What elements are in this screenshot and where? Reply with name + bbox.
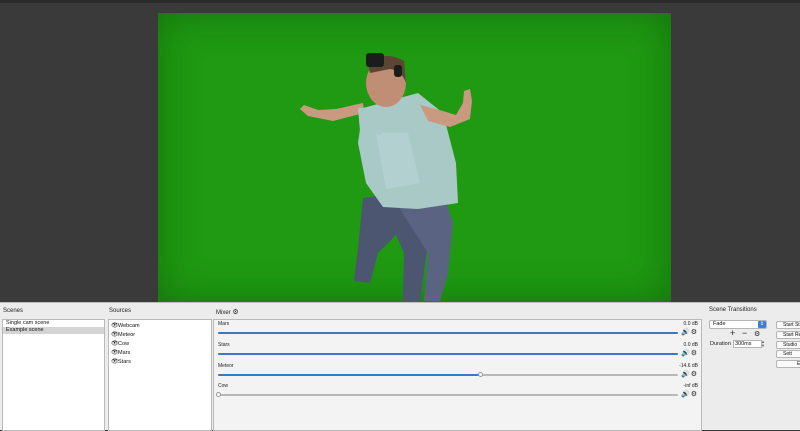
channel-name: Meteor bbox=[218, 363, 234, 369]
settings-button[interactable]: Sett bbox=[776, 350, 800, 358]
volume-slider[interactable] bbox=[218, 332, 678, 334]
mixer-channel: Meteor -14.6 dB 🔊⚙ bbox=[216, 363, 698, 383]
channel-name: Stars bbox=[218, 342, 230, 348]
channel-db: -14.6 dB bbox=[679, 363, 698, 369]
volume-slider[interactable] bbox=[218, 353, 678, 355]
slider-knob[interactable] bbox=[216, 392, 221, 397]
speaker-icon[interactable]: 🔊 bbox=[681, 391, 691, 398]
mixer-channel: Stars 0.0 dB 🔊⚙ bbox=[216, 342, 698, 362]
speaker-icon[interactable]: 🔊 bbox=[681, 329, 691, 336]
source-item[interactable]: 👁Meteor bbox=[109, 331, 211, 340]
source-label: Webcam bbox=[118, 323, 140, 329]
preview-area bbox=[0, 0, 800, 302]
eye-icon[interactable]: 👁 bbox=[111, 340, 119, 349]
channel-db: -inf dB bbox=[683, 383, 698, 389]
start-streaming-button[interactable]: Start St bbox=[776, 321, 800, 329]
source-label: Cow bbox=[118, 341, 130, 347]
source-item[interactable]: 👁Cow bbox=[109, 340, 211, 349]
channel-name: Cow bbox=[218, 383, 229, 389]
remove-transition-button[interactable]: − bbox=[742, 329, 747, 338]
scenes-list[interactable]: Single cam scene Example scene bbox=[2, 319, 105, 431]
source-item[interactable]: 👁Mars bbox=[109, 349, 211, 358]
person-image bbox=[300, 53, 472, 301]
volume-slider[interactable] bbox=[216, 392, 678, 397]
scene-item-selected[interactable]: Example scene bbox=[3, 327, 104, 334]
source-item[interactable]: 👁Webcam bbox=[109, 322, 211, 331]
transition-value: Fade bbox=[713, 321, 726, 327]
gear-icon[interactable]: ⚙ bbox=[691, 371, 698, 378]
gear-icon[interactable]: ⚙ bbox=[754, 330, 760, 338]
scene-item[interactable]: Single cam scene bbox=[3, 320, 104, 327]
source-label: Stars bbox=[118, 359, 131, 365]
channel-db: 0.0 dB bbox=[683, 321, 698, 327]
volume-slider[interactable] bbox=[218, 372, 678, 377]
mixer-title: Mixer bbox=[216, 310, 231, 316]
transitions-title: Scene Transitions bbox=[709, 307, 757, 313]
eye-icon[interactable]: 👁 bbox=[111, 331, 119, 340]
duration-label: Duration bbox=[710, 341, 731, 347]
mixer-channel: Mars 0.0 dB 🔊⚙ bbox=[216, 321, 698, 341]
sources-title: Sources bbox=[109, 308, 132, 314]
gear-icon[interactable]: ⚙ bbox=[691, 329, 698, 336]
eye-icon[interactable]: 👁 bbox=[111, 358, 119, 367]
gear-icon[interactable]: ⚙ bbox=[691, 350, 698, 357]
mixer-channel: Cow -inf dB 🔊⚙ bbox=[216, 383, 698, 403]
slider-knob[interactable] bbox=[478, 372, 484, 377]
source-label: Mars bbox=[118, 350, 131, 356]
duration-stepper[interactable]: ▲ ▼ bbox=[761, 340, 765, 348]
gear-icon[interactable]: ⚙ bbox=[232, 309, 238, 316]
studio-mode-button[interactable]: Studio bbox=[776, 341, 800, 349]
source-item[interactable]: 👁Stars bbox=[109, 358, 211, 367]
sources-list[interactable]: 👁Webcam 👁Meteor 👁Cow 👁Mars 👁Stars bbox=[108, 319, 212, 431]
exit-button[interactable]: E bbox=[776, 360, 800, 368]
mixer-header: Mixer ⚙ bbox=[216, 308, 239, 316]
chevron-updown-icon: ⇕ bbox=[758, 321, 766, 328]
scenes-title: Scenes bbox=[3, 308, 24, 314]
speaker-icon[interactable]: 🔊 bbox=[681, 371, 691, 378]
gear-icon[interactable]: ⚙ bbox=[691, 391, 698, 398]
speaker-icon[interactable]: 🔊 bbox=[681, 350, 691, 357]
transition-select[interactable]: Fade ⇕ bbox=[709, 320, 767, 329]
add-transition-button[interactable]: + bbox=[730, 329, 735, 338]
start-recording-button[interactable]: Start Re bbox=[776, 331, 800, 339]
preview-canvas[interactable] bbox=[158, 13, 671, 302]
eye-icon[interactable]: 👁 bbox=[111, 322, 119, 331]
channel-db: 0.0 dB bbox=[683, 342, 698, 348]
eye-icon[interactable]: 👁 bbox=[111, 349, 119, 358]
duration-input[interactable]: 300ms bbox=[733, 340, 762, 348]
source-label: Meteor bbox=[118, 332, 136, 338]
channel-name: Mars bbox=[218, 321, 230, 327]
